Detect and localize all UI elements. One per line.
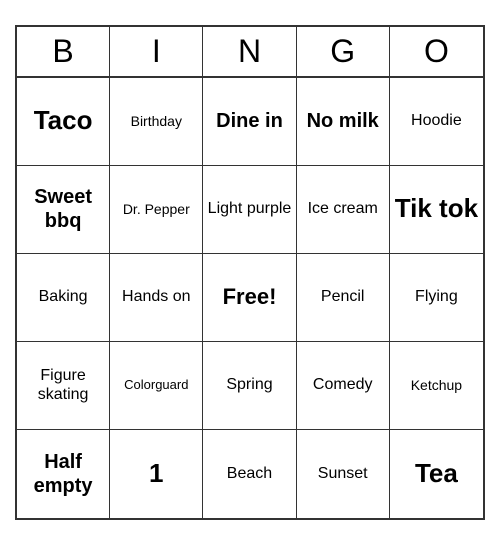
bingo-cell: Light purple — [203, 166, 296, 254]
cell-text: Half empty — [21, 450, 105, 498]
cell-text: Sweet bbq — [21, 185, 105, 233]
bingo-cell: Sunset — [297, 430, 390, 518]
bingo-cell: Baking — [17, 254, 110, 342]
bingo-cell: Flying — [390, 254, 483, 342]
cell-text: Dine in — [216, 109, 283, 133]
cell-text: Light purple — [208, 199, 292, 218]
bingo-cell: Taco — [17, 78, 110, 166]
bingo-cell: Tik tok — [390, 166, 483, 254]
bingo-cell: Comedy — [297, 342, 390, 430]
bingo-grid: Taco Birthday Dine in No milk Hoodie Sweet bb… — [17, 78, 483, 518]
bingo-cell: Hoodie — [390, 78, 483, 166]
cell-text: Spring — [226, 375, 272, 394]
bingo-cell: Spring — [203, 342, 296, 430]
cell-text: Beach — [227, 464, 272, 483]
cell-text: Figure skating — [21, 366, 105, 404]
bingo-cell: Ketchup — [390, 342, 483, 430]
cell-text: No milk — [307, 109, 379, 133]
bingo-cell: Tea — [390, 430, 483, 518]
bingo-cell: Sweet bbq — [17, 166, 110, 254]
cell-text: Ice cream — [308, 199, 378, 218]
cell-text: Comedy — [313, 375, 373, 394]
cell-text: Tea — [415, 458, 458, 489]
cell-text: Free! — [223, 284, 277, 310]
cell-text: Baking — [39, 287, 88, 306]
cell-text: Colorguard — [124, 377, 188, 393]
bingo-cell: 1 — [110, 430, 203, 518]
bingo-cell: Hands on — [110, 254, 203, 342]
header-letter: O — [390, 27, 483, 76]
cell-text: Tik tok — [395, 193, 478, 224]
bingo-cell: Colorguard — [110, 342, 203, 430]
cell-text: Sunset — [318, 464, 368, 483]
bingo-cell: Ice cream — [297, 166, 390, 254]
cell-text: Hands on — [122, 287, 191, 306]
bingo-cell: Dine in — [203, 78, 296, 166]
cell-text: Hoodie — [411, 111, 462, 130]
bingo-cell: Beach — [203, 430, 296, 518]
bingo-cell: Free! — [203, 254, 296, 342]
cell-text: Birthday — [131, 113, 182, 130]
header-letter: N — [203, 27, 296, 76]
cell-text: 1 — [149, 458, 163, 489]
cell-text: Pencil — [321, 287, 365, 306]
header-letter: B — [17, 27, 110, 76]
header-letter: I — [110, 27, 203, 76]
bingo-cell: Birthday — [110, 78, 203, 166]
cell-text: Dr. Pepper — [123, 201, 190, 218]
bingo-cell: Half empty — [17, 430, 110, 518]
bingo-cell: Pencil — [297, 254, 390, 342]
header-letter: G — [297, 27, 390, 76]
bingo-header: BINGO — [17, 27, 483, 78]
cell-text: Flying — [415, 287, 458, 306]
cell-text: Ketchup — [411, 377, 462, 394]
bingo-card: BINGO Taco Birthday Dine in No milk Hoodie Sw… — [15, 25, 485, 520]
cell-text: Taco — [34, 105, 93, 136]
bingo-cell: Dr. Pepper — [110, 166, 203, 254]
bingo-cell: No milk — [297, 78, 390, 166]
bingo-cell: Figure skating — [17, 342, 110, 430]
